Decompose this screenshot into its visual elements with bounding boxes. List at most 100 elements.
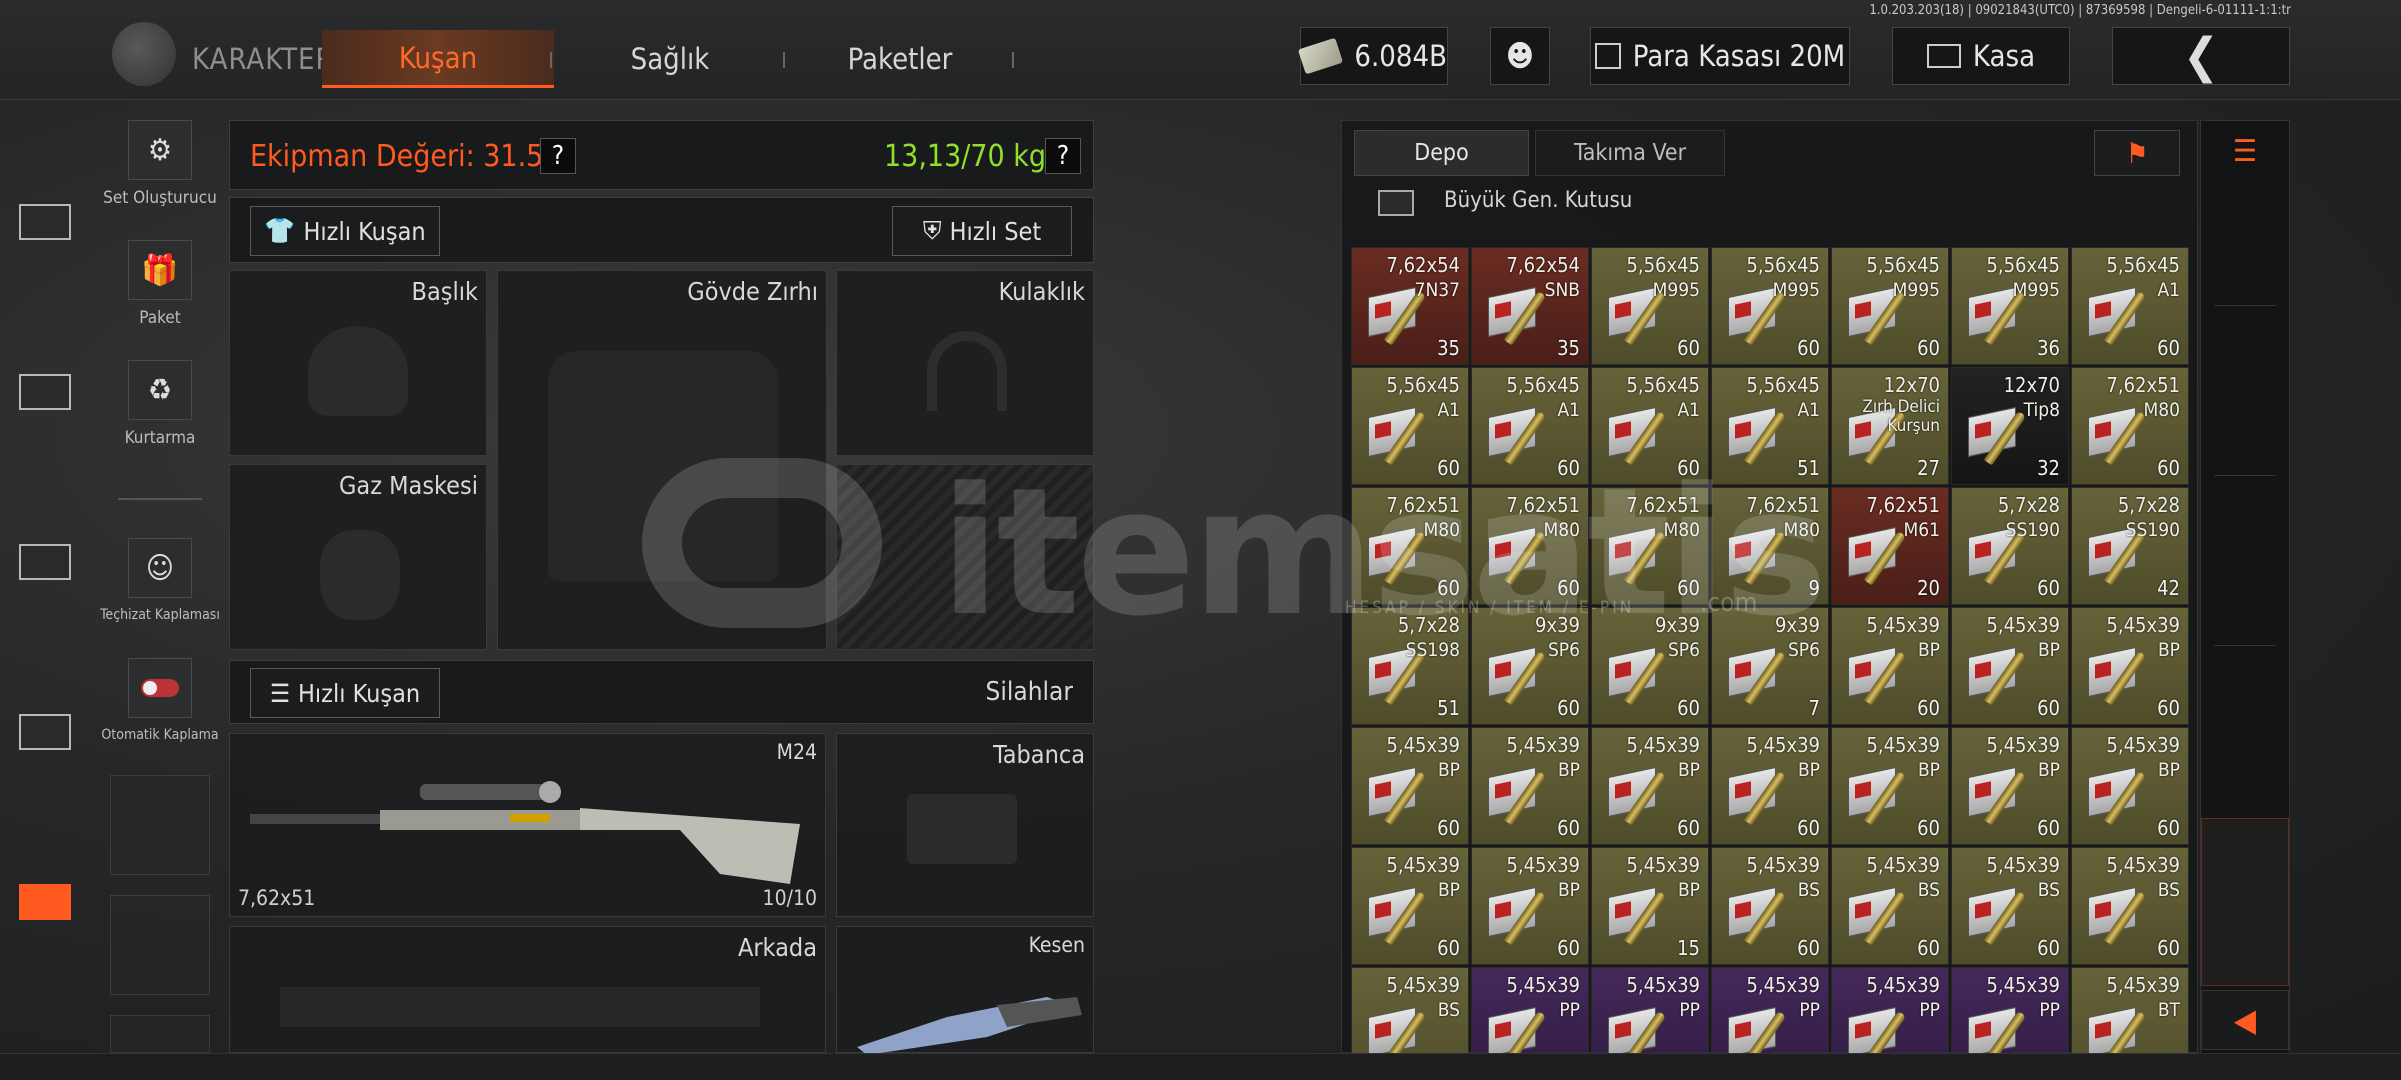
ammo-item[interactable]: 5,56x45 M995 36 bbox=[1951, 247, 2069, 365]
ammo-type: 7N37 bbox=[1414, 279, 1460, 301]
sidebar-rescue[interactable]: ♻ Kurtarma bbox=[120, 360, 200, 448]
ammo-item[interactable]: 5,45x39 PP bbox=[1591, 967, 1709, 1053]
ammo-type: BP bbox=[1917, 759, 1940, 781]
slot-helmet[interactable]: Başlık bbox=[229, 270, 487, 456]
ammo-item[interactable]: 5,45x39 PP bbox=[1831, 967, 1949, 1053]
tab-saglik[interactable]: Sağlık bbox=[570, 30, 770, 88]
safe-button[interactable]: Kasa bbox=[1892, 27, 2070, 85]
money-display[interactable]: 6.084B bbox=[1297, 27, 1448, 85]
weapons-quick-equip-button[interactable]: ☰ Hızlı Kuşan bbox=[250, 668, 440, 718]
ammo-item[interactable]: 5,45x39 PP bbox=[1471, 967, 1589, 1053]
ammo-type: BT bbox=[2157, 999, 2180, 1021]
ammo-caliber: 5,56x45 bbox=[1986, 253, 2060, 277]
watermark-logo-icon bbox=[642, 458, 882, 628]
ammo-item[interactable]: 5,45x39 BP 60 bbox=[1471, 847, 1589, 965]
ammo-caliber: 7,62x54 bbox=[1506, 253, 1580, 277]
help-icon[interactable]: ? bbox=[1045, 138, 1081, 174]
ammo-item[interactable]: 5,56x45 M995 60 bbox=[1591, 247, 1709, 365]
filter-icon[interactable]: ☰ bbox=[2220, 134, 2270, 169]
ammo-item[interactable]: 7,62x51 M61 20 bbox=[1831, 487, 1949, 605]
sidebar-set-builder[interactable]: ⚙ Set Oluşturucu bbox=[103, 120, 217, 208]
slot-primary-weapon[interactable]: M24 7,62x51 10/10 bbox=[229, 733, 826, 917]
slot-headset[interactable]: Kulaklık bbox=[836, 270, 1094, 456]
ammo-item[interactable]: 5,45x39 BP 60 bbox=[1351, 727, 1469, 845]
ammo-item[interactable]: 7,62x54 SNB 35 bbox=[1471, 247, 1589, 365]
container-slot-icon[interactable] bbox=[19, 374, 71, 410]
ammo-item[interactable]: 5,7x28 SS190 42 bbox=[2071, 487, 2189, 605]
ammo-item[interactable]: 5,56x45 A1 60 bbox=[2071, 247, 2189, 365]
back-arrow-icon: ❮ bbox=[2182, 28, 2220, 84]
ammo-count: 60 bbox=[1917, 816, 1940, 840]
tab-takima-ver[interactable]: Takıma Ver bbox=[1535, 130, 1725, 176]
ammo-item[interactable]: 7,62x54 7N37 35 bbox=[1351, 247, 1469, 365]
slot-label: Tabanca bbox=[993, 740, 1085, 769]
ammo-item[interactable]: 5,45x39 BP 60 bbox=[1831, 727, 1949, 845]
ammo-item[interactable]: 5,56x45 M995 60 bbox=[1831, 247, 1949, 365]
ammo-caliber: 7,62x51 bbox=[1866, 493, 1940, 517]
tab-kusan[interactable]: Kuşan bbox=[322, 30, 554, 88]
tab-paketler[interactable]: Paketler bbox=[800, 30, 1000, 88]
ammo-item[interactable]: 5,45x39 BP 60 bbox=[1591, 727, 1709, 845]
sort-button[interactable]: ⚑ bbox=[2094, 130, 2180, 176]
ammo-item[interactable]: 5,45x39 BP 15 bbox=[1591, 847, 1709, 965]
ammo-item[interactable]: 12x70 Zırh Delici Kurşun 27 bbox=[1831, 367, 1949, 485]
ammo-item[interactable]: 5,45x39 BS bbox=[1351, 967, 1469, 1053]
back-button[interactable]: ❮ bbox=[2112, 27, 2290, 85]
ammo-type: BP bbox=[1797, 759, 1820, 781]
slot-back-weapon[interactable]: Arkada bbox=[229, 926, 826, 1053]
container-slot-active[interactable] bbox=[2201, 818, 2289, 986]
ammo-item[interactable]: 5,45x39 BS 60 bbox=[2071, 847, 2189, 965]
quick-set-button[interactable]: ⛨ Hızlı Set bbox=[892, 206, 1072, 256]
ammo-item[interactable]: 5,45x39 PP bbox=[1951, 967, 2069, 1053]
tab-depo[interactable]: Depo bbox=[1354, 130, 1529, 176]
slot-knife[interactable]: Kesen bbox=[836, 926, 1094, 1055]
ammo-item[interactable]: 5,45x39 BP 60 bbox=[2071, 607, 2189, 725]
ammo-item[interactable]: 5,45x39 BS 60 bbox=[1951, 847, 2069, 965]
sidebar-divider bbox=[118, 498, 202, 500]
ammo-item[interactable]: 12x70 Tip8 32 bbox=[1951, 367, 2069, 485]
ammo-item[interactable]: 5,56x45 M995 60 bbox=[1711, 247, 1829, 365]
ammo-type: BP bbox=[1917, 639, 1940, 661]
slot-label: Kesen bbox=[1028, 933, 1085, 957]
ammo-caliber: 5,45x39 bbox=[1986, 853, 2060, 877]
vault-button[interactable]: Para Kasası 20M bbox=[1590, 27, 1850, 85]
bottom-bar bbox=[0, 1053, 2401, 1080]
ammo-type: M61 bbox=[1903, 519, 1941, 541]
collapse-button[interactable]: ◀ bbox=[2201, 990, 2289, 1050]
money-icon bbox=[1297, 37, 1344, 75]
ammo-item[interactable]: 5,45x39 BP 60 bbox=[1951, 727, 2069, 845]
empty-slot[interactable] bbox=[110, 775, 210, 875]
ammo-type: BP bbox=[1557, 759, 1580, 781]
slot-gas-mask[interactable]: Gaz Maskesi bbox=[229, 464, 487, 650]
ammo-item[interactable]: 5,45x39 BT bbox=[2071, 967, 2189, 1053]
ammo-item[interactable]: 5,45x39 BS 60 bbox=[1711, 847, 1829, 965]
profile-button[interactable]: ☻ bbox=[1490, 27, 1550, 85]
ammo-item[interactable]: 5,45x39 BP 60 bbox=[1351, 847, 1469, 965]
sidebar-gear-skin[interactable]: ☺ Teçhizat Kaplaması bbox=[100, 538, 220, 624]
ammo-item[interactable]: 5,45x39 BP 60 bbox=[1831, 607, 1949, 725]
ammo-item[interactable]: 5,45x39 PP bbox=[1711, 967, 1829, 1053]
tab-separator bbox=[1012, 52, 1014, 68]
ammo-item[interactable]: 5,45x39 BP 60 bbox=[1951, 607, 2069, 725]
ammo-count: 60 bbox=[2037, 936, 2060, 960]
ammo-type: M80 bbox=[2143, 399, 2181, 421]
sidebar-package[interactable]: 🎁 Paket bbox=[120, 240, 200, 328]
ammo-item[interactable]: 5,45x39 BP 60 bbox=[2071, 727, 2189, 845]
container-slot-icon[interactable] bbox=[19, 204, 71, 240]
sidebar-auto-skin[interactable]: Otomatik Kaplama bbox=[101, 658, 219, 744]
slot-pistol[interactable]: Tabanca bbox=[836, 733, 1094, 917]
ammo-item[interactable]: 5,45x39 BP 60 bbox=[1711, 727, 1829, 845]
empty-slot[interactable] bbox=[110, 895, 210, 995]
container-slot-icon[interactable] bbox=[19, 714, 71, 750]
empty-slot[interactable] bbox=[110, 1015, 210, 1053]
quick-equip-button[interactable]: 👕 Hızlı Kuşan bbox=[250, 206, 440, 256]
ammo-item[interactable]: 5,45x39 BS 60 bbox=[1831, 847, 1949, 965]
help-icon[interactable]: ? bbox=[540, 138, 576, 174]
ammo-count: 32 bbox=[2037, 456, 2060, 480]
ammo-item[interactable]: 7,62x51 M80 60 bbox=[2071, 367, 2189, 485]
ammo-item[interactable]: 5,7x28 SS190 60 bbox=[1951, 487, 2069, 605]
container-slot-icon-active[interactable] bbox=[19, 884, 71, 920]
container-slot-icon[interactable] bbox=[19, 544, 71, 580]
ammo-item[interactable]: 5,45x39 BP 60 bbox=[1471, 727, 1589, 845]
ammo-caliber: 5,56x45 bbox=[1506, 373, 1580, 397]
